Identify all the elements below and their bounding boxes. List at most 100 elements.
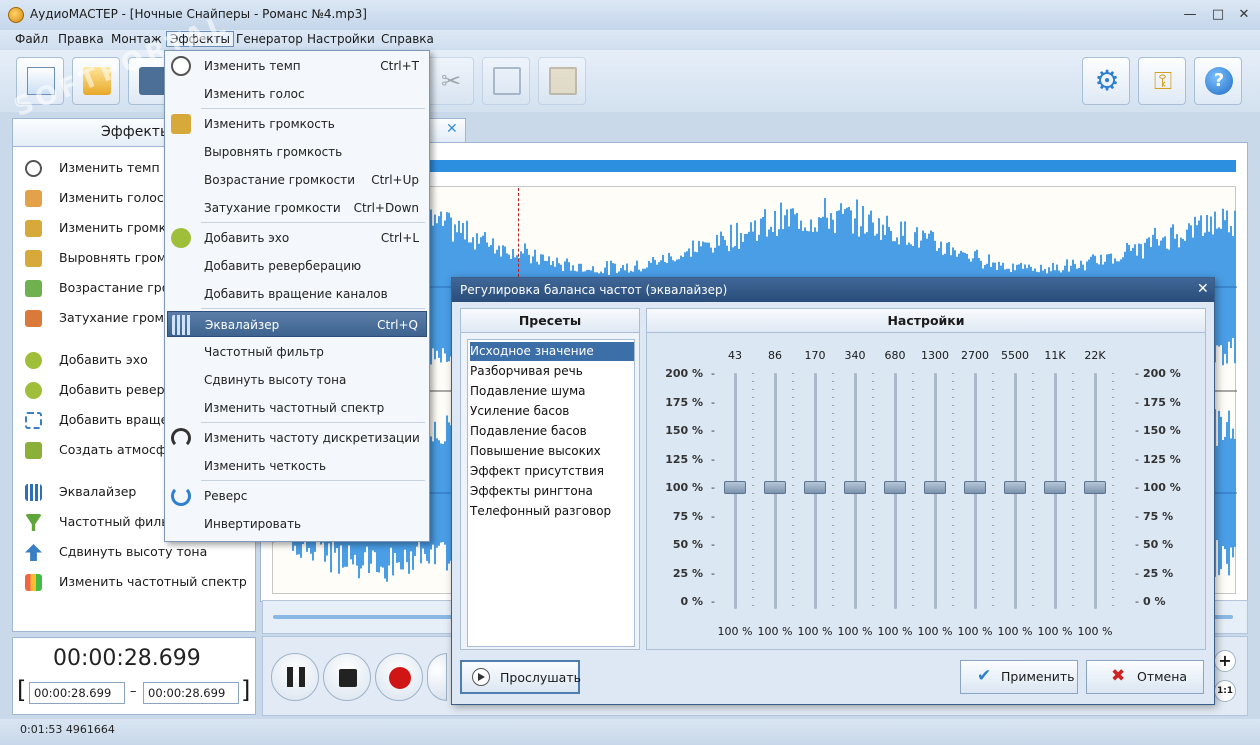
band-slider-thumb[interactable] [804, 481, 826, 494]
effect-normalize-volume[interactable]: Выровнять громкость [25, 247, 175, 269]
dialog-close-icon[interactable]: ✕ [1197, 281, 1209, 297]
band-slider-thumb[interactable] [764, 481, 786, 494]
band-frequency-label: 340 [844, 349, 866, 362]
cancel-button[interactable]: ✖ Отмена [1086, 660, 1204, 694]
menu-help[interactable]: Справка [378, 32, 437, 46]
effect-channel-rotation[interactable]: Добавить вращение каналов [25, 409, 175, 431]
menu-edit[interactable]: Правка [55, 32, 107, 46]
preset-item[interactable]: Телефонный разговор [470, 502, 634, 521]
close-button[interactable]: ✕ [1234, 6, 1254, 24]
menu-file[interactable]: Файл [12, 32, 51, 46]
listen-button[interactable]: Прослушать [460, 660, 581, 694]
effect-change-volume[interactable]: Изменить громкость [25, 217, 175, 239]
scale-label-left: 75 % [672, 509, 703, 523]
menu-item-fade-in[interactable]: Возрастание громкости Ctrl+Up [167, 167, 427, 193]
menu-settings[interactable]: Настройки [304, 32, 378, 46]
zoom-in-button[interactable]: + [1214, 650, 1236, 672]
cut-button[interactable]: ✂ [426, 57, 474, 105]
preset-item[interactable]: Подавление шума [470, 382, 634, 401]
preset-item[interactable]: Исходное значение [470, 342, 634, 361]
help-button[interactable]: ? [1194, 57, 1242, 105]
preset-item[interactable]: Усиление басов [470, 402, 634, 421]
band-slider-thumb[interactable] [724, 481, 746, 494]
copy-icon [493, 67, 521, 95]
band-slider-thumb[interactable] [1084, 481, 1106, 494]
preset-item[interactable]: Эффекты рингтона [470, 482, 634, 501]
apply-button[interactable]: ✔ Применить [960, 660, 1078, 694]
menu-item-add-reverb[interactable]: Добавить реверберацию [167, 253, 427, 279]
effect-fade-in[interactable]: Возрастание громкости [25, 277, 175, 299]
spectrum-icon [25, 574, 42, 591]
selection-end-field[interactable]: 00:00:28.699 [143, 682, 239, 704]
selection-start-field[interactable]: 00:00:28.699 [29, 682, 125, 704]
band-slider-thumb[interactable] [1044, 481, 1066, 494]
band-slider-thumb[interactable] [844, 481, 866, 494]
record-button[interactable] [375, 653, 423, 701]
effect-frequency-filter[interactable]: Частотный фильтр [25, 511, 175, 533]
menu-item-clarity[interactable]: Изменить четкость [167, 453, 427, 479]
menu-generator[interactable]: Генератор [233, 32, 306, 46]
menu-item-fade-out[interactable]: Затухание громкости Ctrl+Down [167, 195, 427, 221]
menu-item-equalizer[interactable]: Эквалайзер Ctrl+Q [167, 311, 427, 337]
settings-button[interactable]: ⚙ [1082, 57, 1130, 105]
scale-label-right: 175 % [1143, 395, 1181, 409]
effect-equalizer[interactable]: Эквалайзер [25, 481, 175, 503]
time-panel: 00:00:28.699 [ 00:00:28.699 – 00:00:28.6… [12, 637, 256, 715]
scale-tick: - [711, 566, 715, 580]
menu-item-frequency-filter[interactable]: Частотный фильтр [167, 339, 427, 365]
menu-item-pitch-shift[interactable]: Сдвинуть высоту тона [167, 367, 427, 393]
preset-item[interactable]: Подавление басов [470, 422, 634, 441]
menu-item-spectrum[interactable]: Изменить частотный спектр [167, 395, 427, 421]
preset-item[interactable]: Разборчивая речь [470, 362, 634, 381]
stop-button[interactable] [323, 653, 371, 701]
menu-item-sample-rate[interactable]: Изменить частоту дискретизации [167, 425, 427, 451]
menu-item-change-voice[interactable]: Изменить голос [167, 81, 427, 107]
band-slider-thumb[interactable] [924, 481, 946, 494]
preset-item[interactable]: Повышение высоких [470, 442, 634, 461]
scale-tick: - [711, 395, 715, 409]
effect-add-echo[interactable]: Добавить эхо [25, 349, 175, 371]
zoom-fit-button[interactable]: 1:1 [1214, 680, 1236, 702]
rotate-channels-icon [25, 412, 42, 429]
menu-item-reverse[interactable]: Реверс [167, 483, 427, 509]
band-slider-thumb[interactable] [1004, 481, 1026, 494]
preset-item[interactable]: Эффект присутствия [470, 462, 634, 481]
help-icon: ? [1205, 67, 1233, 95]
cancel-label: Отмена [1137, 669, 1188, 684]
menu-item-change-tempo[interactable]: Изменить темп Ctrl+T [167, 53, 427, 79]
effect-fade-out[interactable]: Затухание громкости [25, 307, 175, 329]
close-tab-icon[interactable]: ✕ [446, 121, 458, 137]
menu-item-change-volume[interactable]: Изменить громкость [167, 111, 427, 137]
effect-add-reverb[interactable]: Добавить реверберацию [25, 379, 175, 401]
activation-button[interactable]: ⚿ [1138, 57, 1186, 105]
gear-icon: ⚙ [1094, 64, 1120, 97]
speaker-icon [171, 114, 191, 134]
fade-in-icon [25, 280, 42, 297]
menu-item-invert[interactable]: Инвертировать [167, 511, 427, 537]
band-tick-marks [912, 373, 914, 609]
pause-button[interactable] [271, 653, 319, 701]
menu-item-normalize-volume[interactable]: Выровнять громкость [167, 139, 427, 165]
band-tick-marks [792, 373, 794, 609]
scale-tick: - [711, 452, 715, 466]
band-tick-marks [752, 373, 754, 609]
effect-atmosphere[interactable]: Создать атмосферу [25, 439, 175, 461]
maximize-button[interactable]: □ [1208, 6, 1228, 24]
paste-button[interactable] [538, 57, 586, 105]
menu-separator [201, 422, 425, 423]
play-button[interactable] [427, 653, 447, 701]
effect-pitch-shift[interactable]: Сдвинуть высоту тона [25, 541, 255, 563]
minimize-button[interactable]: — [1180, 6, 1200, 24]
menu-item-channel-rotation[interactable]: Добавить вращение каналов [167, 281, 427, 307]
band-value-label: 100 % [837, 625, 873, 638]
presets-list[interactable]: Исходное значение Разборчивая речь Подавле… [467, 339, 635, 647]
band-slider-thumb[interactable] [884, 481, 906, 494]
band-tick-marks [992, 373, 994, 609]
menu-item-add-echo[interactable]: Добавить эхо Ctrl+L [167, 225, 427, 251]
band-slider-thumb[interactable] [964, 481, 986, 494]
effect-spectrum[interactable]: Изменить частотный спектр [25, 571, 255, 593]
scale-label-right: 125 % [1143, 452, 1181, 466]
band-value-label: 100 % [797, 625, 833, 638]
equalizer-bands: 200 % - -200 % 175 % - -175 % 150 % - -150 % 125 … [647, 309, 1205, 649]
copy-button[interactable] [482, 57, 530, 105]
